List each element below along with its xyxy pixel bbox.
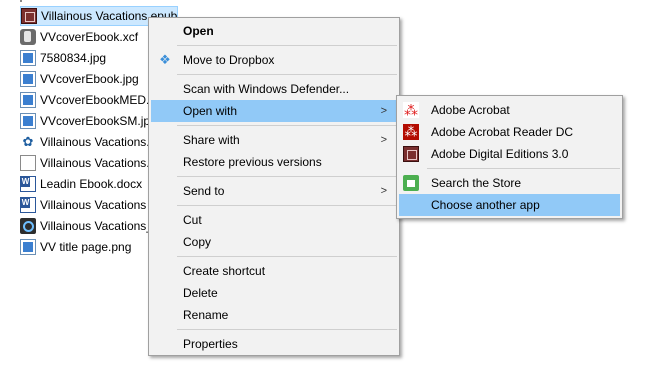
file-name: VVcoverEbook.jpg [40, 72, 139, 86]
menu-item-scan-defender[interactable]: Scan with Windows Defender... [151, 78, 397, 100]
submenu-item-label: Adobe Acrobat [431, 103, 510, 117]
submenu-item-adobe-digital-editions[interactable]: Adobe Digital Editions 3.0 [399, 143, 620, 165]
menu-item-copy[interactable]: Copy [151, 231, 397, 253]
menu-separator [177, 176, 397, 177]
menu-item-label: Delete [183, 286, 218, 300]
menu-item-cut[interactable]: Cut [151, 209, 397, 231]
menu-item-label: Move to Dropbox [183, 53, 275, 67]
file-item[interactable]: Villainous Vacations_ [20, 216, 153, 236]
menu-item-delete[interactable]: Delete [151, 282, 397, 304]
menu-item-create-shortcut[interactable]: Create shortcut [151, 260, 397, 282]
word-icon [20, 176, 36, 192]
file-item[interactable]: Villainous Vacations. [20, 153, 150, 173]
submenu-item-search-store[interactable]: Search the Store [399, 172, 620, 194]
open-with-submenu: Adobe Acrobat Adobe Acrobat Reader DC Ad… [396, 95, 623, 219]
file-name: Villainous Vacations [40, 198, 147, 212]
menu-item-label: Create shortcut [183, 264, 266, 278]
menu-separator [177, 125, 397, 126]
chevron-right-icon: > [380, 185, 387, 197]
menu-item-label: Rename [183, 308, 229, 322]
document-icon [20, 155, 36, 171]
menu-item-move-to-dropbox[interactable]: ❖ Move to Dropbox [151, 49, 397, 71]
file-item[interactable]: Villainous Vacations [20, 195, 146, 215]
file-name: VVcoverEbook.xcf [40, 30, 139, 44]
file-name: Villainous Vacations. [40, 156, 150, 170]
submenu-item-adobe-reader-dc[interactable]: Adobe Acrobat Reader DC [399, 121, 620, 143]
image-icon [20, 71, 36, 87]
file-item-partial[interactable] [20, 0, 22, 4]
store-icon [403, 175, 419, 191]
file-name: 7580834.jpg [40, 51, 107, 65]
file-name: VVcoverEbookSM.jpg [40, 114, 157, 128]
epub-icon [21, 8, 37, 24]
chevron-right-icon: > [380, 134, 387, 146]
context-menu: Open ❖ Move to Dropbox Scan with Windows… [148, 17, 400, 356]
menu-separator [177, 45, 397, 46]
file-name: VVcoverEbookMED.jpg [40, 93, 166, 107]
image-icon [20, 50, 36, 66]
file-item[interactable]: VV title page.png [20, 237, 131, 257]
image-icon [20, 239, 36, 255]
submenu-item-label: Adobe Digital Editions 3.0 [431, 147, 569, 161]
dropbox-icon: ❖ [159, 52, 171, 67]
file-item[interactable]: 7580834.jpg [20, 48, 106, 68]
file-item[interactable]: VVcoverEbook.jpg [20, 69, 139, 89]
menu-item-rename[interactable]: Rename [151, 304, 397, 326]
menu-item-send-to[interactable]: Send to > [151, 180, 397, 202]
menu-item-label: Send to [183, 184, 225, 198]
file-item[interactable]: VVcoverEbookSM.jpg [20, 111, 157, 131]
chevron-right-icon: > [380, 105, 387, 117]
adobe-acrobat-icon [403, 102, 419, 118]
menu-item-share-with[interactable]: Share with > [151, 129, 397, 151]
file-name: Leadin Ebook.docx [40, 177, 143, 191]
menu-item-label: Scan with Windows Defender... [183, 82, 350, 96]
document-icon [20, 0, 22, 2]
file-name: VV title page.png [40, 240, 132, 254]
submenu-item-label: Search the Store [431, 176, 522, 190]
menu-item-label: Open with [183, 104, 238, 118]
menu-item-restore-versions[interactable]: Restore previous versions [151, 151, 397, 173]
file-item[interactable]: VVcoverEbook.xcf [20, 27, 138, 47]
submenu-item-label: Choose another app [431, 198, 540, 212]
word-icon [20, 197, 36, 213]
gimp-xcf-icon [20, 29, 36, 45]
menu-item-label: Share with [183, 133, 240, 147]
menu-item-open[interactable]: Open [151, 20, 397, 42]
scrivener-icon: ✿ [22, 134, 34, 149]
menu-item-label: Restore previous versions [183, 155, 322, 169]
file-name: Villainous Vacations. [40, 135, 150, 149]
adobe-reader-icon [403, 124, 419, 140]
menu-separator [177, 74, 397, 75]
file-item[interactable]: ✿ Villainous Vacations. [20, 132, 150, 152]
menu-item-label: Open [183, 24, 214, 38]
menu-item-label: Cut [183, 213, 202, 227]
submenu-item-adobe-acrobat[interactable]: Adobe Acrobat [399, 99, 620, 121]
submenu-item-choose-another-app[interactable]: Choose another app [399, 194, 620, 216]
menu-separator [177, 329, 397, 330]
image-icon [20, 113, 36, 129]
menu-item-properties[interactable]: Properties [151, 333, 397, 355]
file-item[interactable]: VVcoverEbookMED.jpg [20, 90, 165, 110]
menu-separator [177, 205, 397, 206]
menu-item-open-with[interactable]: Open with > [151, 100, 397, 122]
file-name: Villainous Vacations_ [40, 219, 153, 233]
menu-separator [177, 256, 397, 257]
adobe-digital-editions-icon [403, 146, 419, 162]
submenu-separator [427, 168, 620, 169]
search-app-icon [20, 218, 36, 234]
menu-item-label: Copy [183, 235, 212, 249]
image-icon [20, 92, 36, 108]
menu-item-label: Properties [183, 337, 238, 351]
submenu-item-label: Adobe Acrobat Reader DC [431, 125, 574, 139]
file-item[interactable]: Leadin Ebook.docx [20, 174, 142, 194]
